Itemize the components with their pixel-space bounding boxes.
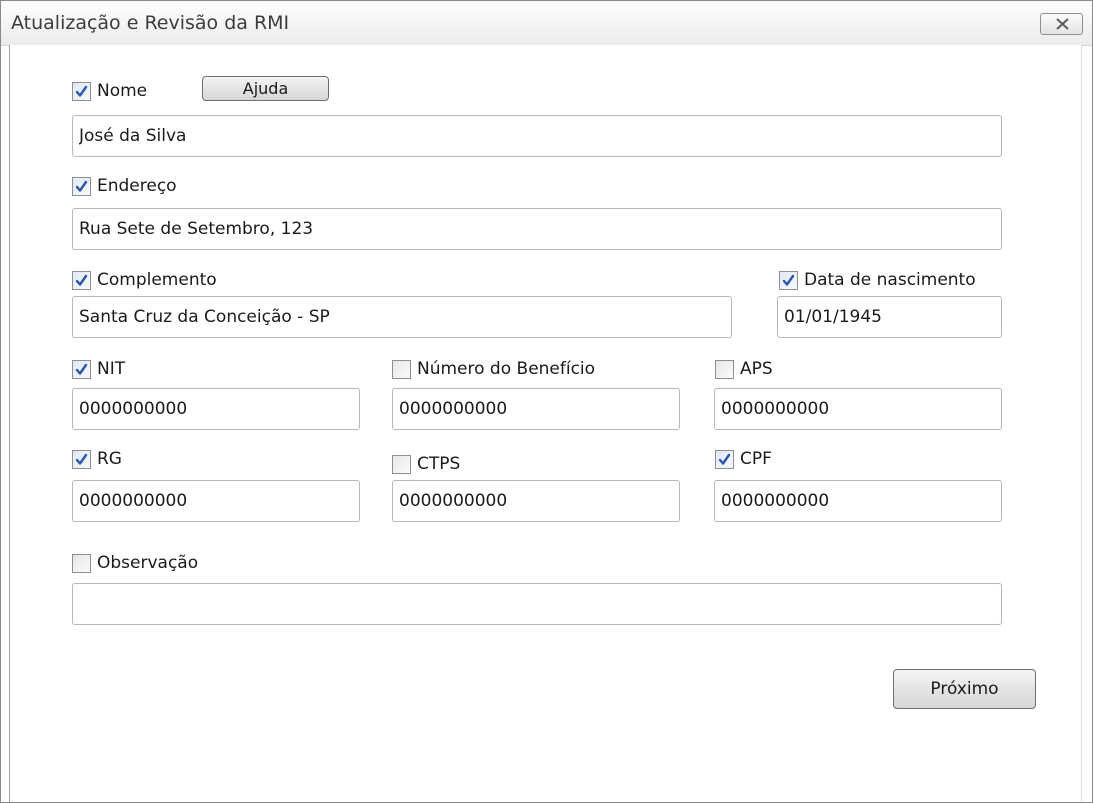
complemento-input[interactable]: [72, 296, 732, 338]
complemento-checkbox-box[interactable]: [72, 270, 91, 290]
nome-checkbox-box[interactable]: [72, 81, 91, 101]
ajuda-button[interactable]: Ajuda: [202, 76, 329, 101]
checkmark-icon: [75, 180, 88, 192]
checkmark-icon: [75, 363, 88, 375]
ctps-input[interactable]: [392, 480, 680, 522]
endereco-label: Endereço: [97, 176, 177, 196]
data-nascimento-label: Data de nascimento: [804, 270, 976, 290]
data-nascimento-checkbox[interactable]: Data de nascimento: [779, 268, 976, 292]
title-bar: Atualização e Revisão da RMI: [1, 1, 1092, 46]
numero-beneficio-checkbox[interactable]: Número do Benefício: [392, 357, 595, 381]
ctps-label: CTPS: [417, 454, 461, 474]
close-button[interactable]: [1040, 13, 1083, 35]
observacao-input[interactable]: [72, 583, 1002, 625]
form-panel: Nome Ajuda Endereço Complemento Data de …: [9, 45, 1082, 802]
rg-checkbox[interactable]: RG: [72, 447, 122, 471]
cpf-input[interactable]: [714, 480, 1002, 522]
proximo-button[interactable]: Próximo: [893, 669, 1036, 709]
nit-label: NIT: [97, 359, 126, 379]
cpf-checkbox-box[interactable]: [715, 449, 734, 469]
nit-checkbox-box[interactable]: [72, 359, 91, 379]
checkmark-icon: [75, 274, 88, 286]
ctps-checkbox-box[interactable]: [392, 454, 411, 474]
endereco-checkbox[interactable]: Endereço: [72, 174, 177, 198]
close-icon: [1056, 18, 1069, 30]
nit-checkbox[interactable]: NIT: [72, 357, 125, 381]
complemento-label: Complemento: [97, 270, 217, 290]
checkmark-icon: [75, 453, 88, 465]
checkmark-icon: [75, 85, 88, 97]
aps-label: APS: [740, 359, 773, 379]
rg-label: RG: [97, 449, 122, 469]
rg-input[interactable]: [72, 480, 360, 522]
checkmark-icon: [718, 453, 731, 465]
data-nascimento-input[interactable]: [777, 296, 1002, 338]
observacao-label: Observação: [97, 553, 199, 573]
ctps-checkbox[interactable]: CTPS: [392, 452, 460, 476]
endereco-input[interactable]: [72, 208, 1002, 250]
cpf-label: CPF: [740, 449, 772, 469]
numero-beneficio-label: Número do Benefício: [417, 359, 596, 379]
cpf-checkbox[interactable]: CPF: [715, 447, 772, 471]
numero-beneficio-input[interactable]: [392, 388, 680, 430]
complemento-checkbox[interactable]: Complemento: [72, 268, 217, 292]
aps-checkbox[interactable]: APS: [715, 357, 773, 381]
rg-checkbox-box[interactable]: [72, 449, 91, 469]
observacao-checkbox-box[interactable]: [72, 553, 91, 573]
nome-label: Nome: [97, 81, 148, 101]
nome-checkbox[interactable]: Nome: [72, 79, 147, 103]
aps-checkbox-box[interactable]: [715, 359, 734, 379]
aps-input[interactable]: [714, 388, 1002, 430]
nome-input[interactable]: [72, 115, 1002, 157]
numero-beneficio-checkbox-box[interactable]: [392, 359, 411, 379]
observacao-checkbox[interactable]: Observação: [72, 551, 198, 575]
window-title: Atualização e Revisão da RMI: [11, 12, 290, 34]
data-nascimento-checkbox-box[interactable]: [779, 270, 798, 290]
nit-input[interactable]: [72, 388, 360, 430]
checkmark-icon: [782, 274, 795, 286]
endereco-checkbox-box[interactable]: [72, 176, 91, 196]
